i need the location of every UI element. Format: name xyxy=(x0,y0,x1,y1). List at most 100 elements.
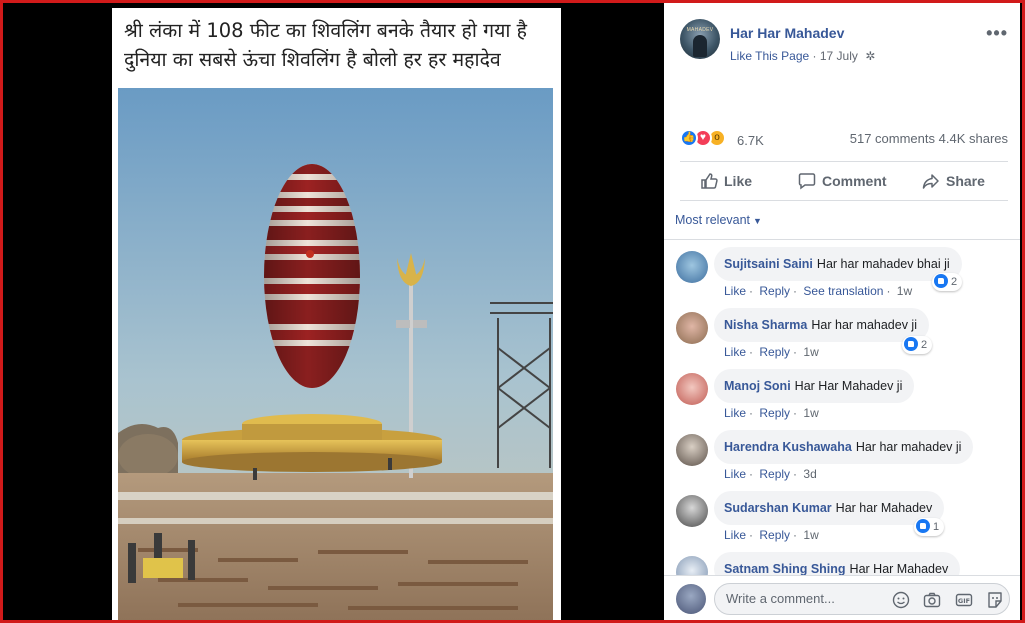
thumbs-up-icon xyxy=(904,337,918,352)
composer-icon-group: GIF xyxy=(883,591,1004,609)
comment-time[interactable]: 1w xyxy=(803,345,818,359)
shares-count[interactable]: 4.4K shares xyxy=(939,131,1008,146)
comment-icon xyxy=(798,173,816,190)
comment-like-count[interactable]: 2 xyxy=(902,336,933,354)
comments-count[interactable]: 517 comments xyxy=(850,131,935,146)
like-reaction-icon: 👍 xyxy=(680,129,698,147)
like-button[interactable]: Like xyxy=(700,162,752,200)
image-caption: श्री लंका में 108 फीट का शिवलिंग बनके तै… xyxy=(124,16,553,74)
svg-text:GIF: GIF xyxy=(957,597,969,605)
comment-time[interactable]: 1w xyxy=(803,406,818,420)
comment-author[interactable]: Satnam Shing Shing xyxy=(724,562,846,576)
comment-meta: Like · Reply · 3d xyxy=(724,467,817,481)
post-header: MAHADEV Har Har Mahadev Like This Page ·… xyxy=(680,19,1010,69)
comment-reply-link[interactable]: Reply xyxy=(759,406,790,420)
shivling-photo xyxy=(118,88,553,620)
caret-down-icon: ▼ xyxy=(753,216,762,226)
comment-reply-link[interactable]: Reply xyxy=(759,284,790,298)
comment-button-label: Comment xyxy=(822,173,887,189)
comment-item: Satnam Shing Shing Har Har Mahadev xyxy=(664,552,1020,577)
comment-button[interactable]: Comment xyxy=(798,162,887,200)
comment-author[interactable]: Sujitsaini Saini xyxy=(724,257,813,271)
comment-text: Har har mahadev ji xyxy=(855,440,962,454)
comment-time[interactable]: 1w xyxy=(803,528,818,542)
comment-bubble: Sudarshan Kumar Har har Mahadev xyxy=(714,491,945,525)
current-user-avatar[interactable] xyxy=(676,584,706,614)
comment-text: Har Har Mahadev xyxy=(849,562,949,576)
comment-sort-dropdown[interactable]: Most relevant ▼ xyxy=(675,213,762,227)
page-avatar-text: MAHADEV xyxy=(686,27,714,33)
comment-text: Har har mahadev bhai ji xyxy=(816,257,950,271)
post-date[interactable]: 17 July xyxy=(820,49,858,63)
commenter-avatar[interactable] xyxy=(676,556,708,577)
caption-line-1: श्री लंका में 108 फीट का शिवलिंग बनके तै… xyxy=(124,19,527,42)
page-avatar[interactable]: MAHADEV xyxy=(680,19,720,59)
comment-author[interactable]: Nisha Sharma xyxy=(724,318,807,332)
comment-like-link[interactable]: Like xyxy=(724,345,746,359)
comment-meta: Like · Reply · 1w xyxy=(724,528,819,542)
comment-text: Har har mahadev ji xyxy=(811,318,917,332)
comment-item: Harendra Kushawaha Har har mahadev ji Lik… xyxy=(664,430,1020,491)
commenter-avatar[interactable] xyxy=(676,251,708,283)
comment-item: Sudarshan Kumar Har har Mahadev 1 Like · R… xyxy=(664,491,1020,552)
share-icon xyxy=(922,174,939,189)
sort-label: Most relevant xyxy=(675,213,751,227)
comment-reply-link[interactable]: Reply xyxy=(759,528,790,542)
comment-like-link[interactable]: Like xyxy=(724,406,746,420)
comment-meta: Like · Reply · 1w xyxy=(724,345,819,359)
comment-like-link[interactable]: Like xyxy=(724,284,746,298)
reaction-stats: 👍 ♥ o 6.7K 517 comments 4.4K shares xyxy=(680,127,1008,151)
comment-time[interactable]: 1w xyxy=(897,284,912,298)
commenter-avatar[interactable] xyxy=(676,312,708,344)
comment-reply-link[interactable]: Reply xyxy=(759,467,790,481)
emoji-icon[interactable] xyxy=(892,591,910,609)
camera-icon[interactable] xyxy=(923,591,941,609)
comment-bubble: Manoj Soni Har Har Mahadev ji xyxy=(714,369,915,403)
caption-line-2: दुनिया का सबसे ऊंचा शिवलिंग है बोलो हर ह… xyxy=(124,48,501,71)
divider xyxy=(664,239,1020,240)
share-button[interactable]: Share xyxy=(922,162,985,200)
comment-item: Nisha Sharma Har har mahadev ji 2 Like · R… xyxy=(664,308,1020,369)
comment-like-link[interactable]: Like xyxy=(724,467,746,481)
more-options-icon[interactable]: ••• xyxy=(986,23,1008,44)
comment-like-count[interactable]: 1 xyxy=(914,518,945,536)
comment-bubble: Sujitsaini Saini Har har mahadev bhai ji xyxy=(714,247,962,281)
comment-item: Manoj Soni Har Har Mahadev ji Like · Reply… xyxy=(664,369,1020,430)
sticker-icon[interactable] xyxy=(986,591,1004,609)
gear-icon: ✲ xyxy=(865,49,876,63)
comment-author[interactable]: Harendra Kushawaha xyxy=(724,440,852,454)
see-translation-link[interactable]: See translation xyxy=(803,284,883,298)
comment-composer: Write a comment... GIF xyxy=(664,575,1020,620)
comment-meta: Like · Reply · See translation · 1w xyxy=(724,284,913,298)
commenter-avatar[interactable] xyxy=(676,434,708,466)
comment-author[interactable]: Sudarshan Kumar xyxy=(724,501,832,515)
photo-viewer: श्री लंका में 108 फीट का शिवलिंग बनके तै… xyxy=(3,3,661,620)
comment-text: Har har Mahadev xyxy=(835,501,933,515)
commenter-avatar[interactable] xyxy=(676,373,708,405)
page-name-link[interactable]: Har Har Mahadev xyxy=(730,25,844,41)
reaction-count[interactable]: 6.7K xyxy=(737,133,764,148)
post-action-bar: Like Comment Share xyxy=(680,161,1008,201)
comment-bubble: Satnam Shing Shing Har Har Mahadev xyxy=(714,552,961,577)
page-subline: Like This Page · 17 July ✲ xyxy=(730,49,876,63)
thumbs-up-icon xyxy=(934,274,948,289)
share-button-label: Share xyxy=(946,173,985,189)
commenter-avatar[interactable] xyxy=(676,495,708,527)
like-button-label: Like xyxy=(724,173,753,189)
like-page-link[interactable]: Like This Page xyxy=(730,49,809,63)
comment-item: Sujitsaini Saini Har har mahadev bhai ji … xyxy=(664,247,1020,308)
thumbs-up-icon xyxy=(916,519,930,534)
post-side-panel: MAHADEV Har Har Mahadev Like This Page ·… xyxy=(664,3,1020,620)
comments-list: Sujitsaini Saini Har har mahadev bhai ji … xyxy=(664,247,1020,577)
comment-like-count[interactable]: 2 xyxy=(932,273,963,291)
comment-meta: Like · Reply · 1w xyxy=(724,406,819,420)
comment-reply-link[interactable]: Reply xyxy=(759,345,790,359)
comment-author[interactable]: Manoj Soni xyxy=(724,379,791,393)
comment-text: Har Har Mahadev ji xyxy=(794,379,903,393)
comment-like-link[interactable]: Like xyxy=(724,528,746,542)
comment-time[interactable]: 3d xyxy=(803,467,816,481)
gif-icon[interactable]: GIF xyxy=(955,591,973,609)
thumbs-up-icon xyxy=(701,173,718,189)
comment-bubble: Harendra Kushawaha Har har mahadev ji xyxy=(714,430,974,464)
post-image[interactable]: श्री लंका में 108 फीट का शिवलिंग बनके तै… xyxy=(112,8,561,620)
